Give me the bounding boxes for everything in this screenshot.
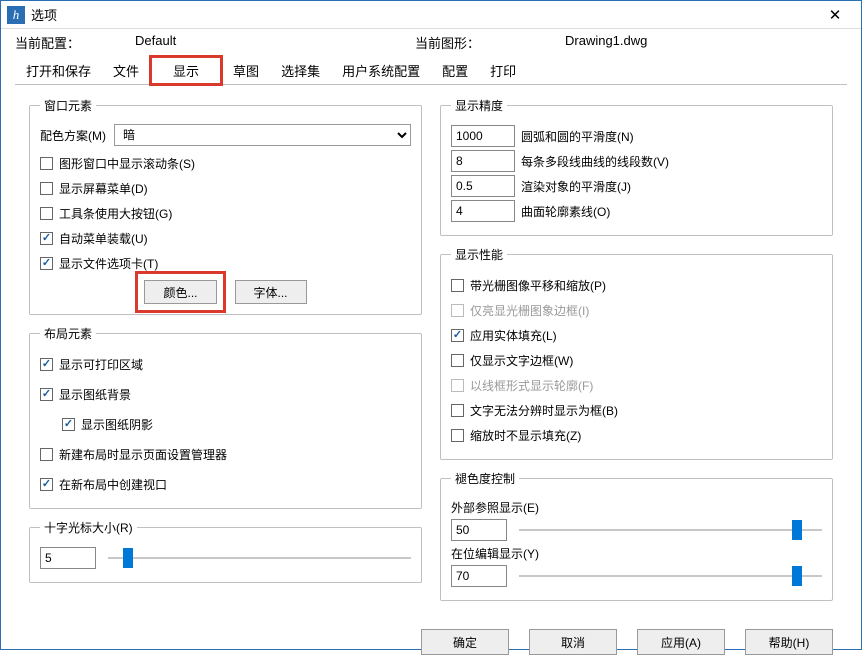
cb-pagesetup-on-new[interactable] bbox=[40, 448, 53, 461]
left-column: 窗口元素 配色方案(M) 暗 图形窗口中显示滚动条(S) 显示屏幕菜单(D) 工… bbox=[29, 97, 422, 611]
cb-paper-bg[interactable] bbox=[40, 388, 53, 401]
crosshair-legend: 十字光标大小(R) bbox=[40, 519, 137, 536]
cb-text-frame-label[interactable]: 仅显示文字边框(W) bbox=[470, 352, 573, 369]
crosshair-group: 十字光标大小(R) bbox=[29, 519, 422, 583]
window-elements-group: 窗口元素 配色方案(M) 暗 图形窗口中显示滚动条(S) 显示屏幕菜单(D) 工… bbox=[29, 97, 422, 315]
surface-contour-label: 曲面轮廓素线(O) bbox=[521, 203, 610, 220]
dialog-buttons: 确定 取消 应用(A) 帮助(H) bbox=[1, 621, 861, 669]
cb-text-as-box-label[interactable]: 文字无法分辨时显示为框(B) bbox=[470, 402, 618, 419]
fade-control-legend: 褪色度控制 bbox=[451, 470, 519, 487]
cb-paper-shadow-label[interactable]: 显示图纸阴影 bbox=[81, 416, 153, 433]
display-performance-legend: 显示性能 bbox=[451, 246, 507, 263]
tab-plot[interactable]: 打印 bbox=[479, 56, 527, 85]
help-button[interactable]: 帮助(H) bbox=[745, 629, 833, 655]
window-title: 选项 bbox=[31, 5, 815, 24]
tab-open-save[interactable]: 打开和保存 bbox=[15, 56, 102, 85]
options-dialog: h 选项 ✕ 当前配置： Default 当前图形： Drawing1.dwg … bbox=[0, 0, 862, 650]
xref-fade-input[interactable] bbox=[451, 519, 507, 541]
crosshair-slider-thumb[interactable] bbox=[123, 548, 133, 568]
cb-create-viewport[interactable] bbox=[40, 478, 53, 491]
layout-elements-legend: 布局元素 bbox=[40, 325, 96, 342]
cb-paper-shadow[interactable] bbox=[62, 418, 75, 431]
polyline-segments-input[interactable] bbox=[451, 150, 515, 172]
cb-solid-fill[interactable] bbox=[451, 329, 464, 342]
cb-text-as-box[interactable] bbox=[451, 404, 464, 417]
xref-fade-slider[interactable] bbox=[519, 520, 822, 540]
cb-create-viewport-label[interactable]: 在新布局中创建视口 bbox=[59, 476, 167, 493]
colors-button[interactable]: 颜色... bbox=[144, 280, 216, 304]
inplace-fade-input[interactable] bbox=[451, 565, 507, 587]
cancel-button[interactable]: 取消 bbox=[529, 629, 617, 655]
display-precision-group: 显示精度 圆弧和圆的平滑度(N) 每条多段线曲线的线段数(V) 渲染对象的平滑度… bbox=[440, 97, 833, 236]
config-info-row: 当前配置： Default 当前图形： Drawing1.dwg bbox=[1, 29, 861, 54]
layout-elements-group: 布局元素 显示可打印区域 显示图纸背景 显示图纸阴影 新建布局时显示页面设置管理… bbox=[29, 325, 422, 509]
cb-auto-menu-load-label[interactable]: 自动菜单装载(U) bbox=[59, 230, 148, 247]
cb-zoom-fill[interactable] bbox=[451, 429, 464, 442]
cb-screen-menu-label[interactable]: 显示屏幕菜单(D) bbox=[59, 180, 148, 197]
cb-file-tabs-label[interactable]: 显示文件选项卡(T) bbox=[59, 255, 158, 272]
tab-profiles[interactable]: 配置 bbox=[431, 56, 479, 85]
tab-files[interactable]: 文件 bbox=[102, 56, 150, 85]
crosshair-size-input[interactable] bbox=[40, 547, 96, 569]
cb-pagesetup-on-new-label[interactable]: 新建布局时显示页面设置管理器 bbox=[59, 446, 227, 463]
cb-scrollbars[interactable] bbox=[40, 157, 53, 170]
fonts-button[interactable]: 字体... bbox=[235, 280, 307, 304]
polyline-segments-label: 每条多段线曲线的线段数(V) bbox=[521, 153, 669, 170]
display-performance-group: 显示性能 带光栅图像平移和缩放(P) 仅亮显光栅图象边框(I) 应用实体填充(L… bbox=[440, 246, 833, 460]
cb-zoom-fill-label[interactable]: 缩放时不显示填充(Z) bbox=[470, 427, 581, 444]
apply-button[interactable]: 应用(A) bbox=[637, 629, 725, 655]
cb-text-frame[interactable] bbox=[451, 354, 464, 367]
inplace-fade-slider[interactable] bbox=[519, 566, 822, 586]
current-config-label: 当前配置： bbox=[15, 33, 135, 52]
crosshair-slider[interactable] bbox=[108, 548, 411, 568]
cb-printable-area-label[interactable]: 显示可打印区域 bbox=[59, 356, 143, 373]
display-precision-legend: 显示精度 bbox=[451, 97, 507, 114]
tab-selection[interactable]: 选择集 bbox=[270, 56, 331, 85]
render-smoothness-label: 渲染对象的平滑度(J) bbox=[521, 178, 631, 195]
content-area: 窗口元素 配色方案(M) 暗 图形窗口中显示滚动条(S) 显示屏幕菜单(D) 工… bbox=[1, 85, 861, 621]
cb-screen-menu[interactable] bbox=[40, 182, 53, 195]
close-icon[interactable]: ✕ bbox=[815, 1, 855, 29]
current-drawing-label: 当前图形： bbox=[415, 33, 565, 52]
cb-raster-frame-label: 仅亮显光栅图象边框(I) bbox=[470, 302, 589, 319]
current-config-value: Default bbox=[135, 33, 176, 52]
cb-raster-pan[interactable] bbox=[451, 279, 464, 292]
cb-wireframe-label: 以线框形式显示轮廓(F) bbox=[470, 377, 593, 394]
window-elements-legend: 窗口元素 bbox=[40, 97, 96, 114]
cb-raster-pan-label[interactable]: 带光栅图像平移和缩放(P) bbox=[470, 277, 606, 294]
cb-paper-bg-label[interactable]: 显示图纸背景 bbox=[59, 386, 131, 403]
cb-solid-fill-label[interactable]: 应用实体填充(L) bbox=[470, 327, 557, 344]
tab-display[interactable]: 显示 bbox=[150, 56, 222, 85]
fade-control-group: 褪色度控制 外部参照显示(E) 在位编辑显示(Y) bbox=[440, 470, 833, 601]
arc-smoothness-input[interactable] bbox=[451, 125, 515, 147]
surface-contour-input[interactable] bbox=[451, 200, 515, 222]
xref-fade-label: 外部参照显示(E) bbox=[451, 499, 822, 516]
cb-printable-area[interactable] bbox=[40, 358, 53, 371]
cb-raster-frame bbox=[451, 304, 464, 317]
tab-bar: 打开和保存 文件 显示 草图 选择集 用户系统配置 配置 打印 bbox=[1, 56, 861, 85]
titlebar: h 选项 ✕ bbox=[1, 1, 861, 29]
inplace-fade-thumb[interactable] bbox=[792, 566, 802, 586]
color-scheme-label: 配色方案(M) bbox=[40, 127, 106, 144]
current-drawing-value: Drawing1.dwg bbox=[565, 33, 647, 52]
color-scheme-select[interactable]: 暗 bbox=[114, 124, 411, 146]
app-icon: h bbox=[7, 6, 25, 24]
ok-button[interactable]: 确定 bbox=[421, 629, 509, 655]
tab-user-prefs[interactable]: 用户系统配置 bbox=[331, 56, 431, 85]
arc-smoothness-label: 圆弧和圆的平滑度(N) bbox=[521, 128, 634, 145]
cb-scrollbars-label[interactable]: 图形窗口中显示滚动条(S) bbox=[59, 155, 195, 172]
cb-file-tabs[interactable] bbox=[40, 257, 53, 270]
xref-fade-thumb[interactable] bbox=[792, 520, 802, 540]
render-smoothness-input[interactable] bbox=[451, 175, 515, 197]
inplace-fade-label: 在位编辑显示(Y) bbox=[451, 545, 822, 562]
right-column: 显示精度 圆弧和圆的平滑度(N) 每条多段线曲线的线段数(V) 渲染对象的平滑度… bbox=[440, 97, 833, 611]
tab-drafting[interactable]: 草图 bbox=[222, 56, 270, 85]
cb-large-buttons-label[interactable]: 工具条使用大按钮(G) bbox=[59, 205, 172, 222]
cb-auto-menu-load[interactable] bbox=[40, 232, 53, 245]
cb-large-buttons[interactable] bbox=[40, 207, 53, 220]
cb-wireframe bbox=[451, 379, 464, 392]
